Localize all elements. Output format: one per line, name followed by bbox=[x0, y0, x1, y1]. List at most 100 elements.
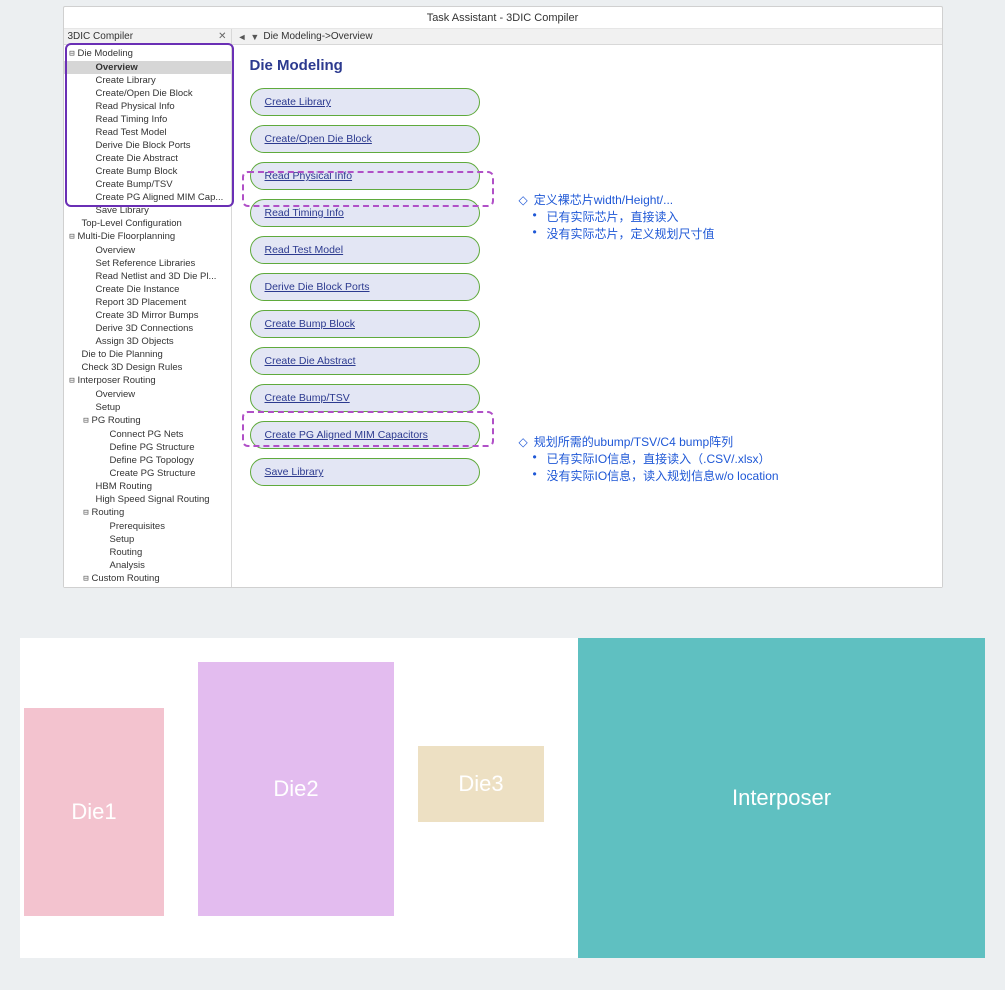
pill-button[interactable]: Read Physical Info bbox=[250, 162, 480, 190]
content-body: Die Modeling Create Library Create/Open D… bbox=[232, 45, 942, 587]
tree-item[interactable]: Set Reference Libraries bbox=[64, 257, 231, 270]
tree-item[interactable]: ⊟Die Modeling bbox=[64, 47, 231, 61]
sidebar-title: 3DIC Compiler bbox=[68, 29, 134, 45]
die3-block: Die3 bbox=[418, 746, 544, 822]
tree-item[interactable]: Report 3D Placement bbox=[64, 296, 231, 309]
tree-item[interactable]: Overview bbox=[64, 61, 231, 74]
pill-button[interactable]: Read Test Model bbox=[250, 236, 480, 264]
nav-tree[interactable]: ⊟Die ModelingOverviewCreate LibraryCreat… bbox=[64, 45, 231, 587]
tree-item[interactable]: Derive Die Block Ports bbox=[64, 139, 231, 152]
tree-toggle-icon[interactable]: ⊟ bbox=[68, 375, 77, 388]
tree-item-label: Create/Open Die Block bbox=[96, 88, 193, 99]
tree-item-label: Setup bbox=[110, 534, 135, 545]
tree-toggle-icon[interactable]: ⊟ bbox=[68, 48, 77, 61]
tree-item[interactable]: Routing bbox=[64, 546, 231, 559]
tree-item[interactable]: Setup bbox=[64, 533, 231, 546]
nav-back-icon[interactable]: ◄ bbox=[238, 29, 247, 45]
tree-toggle-icon[interactable]: ⊟ bbox=[68, 231, 77, 244]
die2-block: Die2 bbox=[198, 662, 394, 916]
tree-item[interactable]: Create PG Aligned MIM Cap... bbox=[64, 191, 231, 204]
tree-item[interactable]: Top-Level Configuration bbox=[64, 217, 231, 230]
tree-item[interactable]: Setup bbox=[64, 586, 231, 587]
tree-item-label: Routing bbox=[92, 507, 125, 518]
tree-item[interactable]: Create Bump/TSV bbox=[64, 178, 231, 191]
annotation-physical-info: ◇定义裸芯片width/Height/... 已有实际芯片，直接读入 没有实际芯… bbox=[519, 191, 715, 242]
tree-item[interactable]: HBM Routing bbox=[64, 480, 231, 493]
tree-item-label: Top-Level Configuration bbox=[82, 218, 182, 229]
tree-toggle-icon[interactable]: ⊟ bbox=[82, 573, 91, 586]
tree-item[interactable]: Connect PG Nets bbox=[64, 428, 231, 441]
close-icon[interactable]: ✕ bbox=[218, 29, 226, 45]
tree-item-label: High Speed Signal Routing bbox=[96, 494, 210, 505]
tree-item-label: Prerequisites bbox=[110, 521, 165, 532]
pill-button[interactable]: Save Library bbox=[250, 458, 480, 486]
tree-item[interactable]: Check 3D Design Rules bbox=[64, 361, 231, 374]
tree-item[interactable]: High Speed Signal Routing bbox=[64, 493, 231, 506]
tree-item[interactable]: ⊟Multi-Die Floorplanning bbox=[64, 230, 231, 244]
tree-item-label: Read Test Model bbox=[96, 127, 167, 138]
tree-item[interactable]: ⊟PG Routing bbox=[64, 414, 231, 428]
tree-item-label: Create Bump/TSV bbox=[96, 179, 173, 190]
pill-button[interactable]: Create Bump Block bbox=[250, 310, 480, 338]
tree-item[interactable]: Save Library bbox=[64, 204, 231, 217]
tree-item-label: Create Die Abstract bbox=[96, 153, 178, 164]
tree-item[interactable]: Read Test Model bbox=[64, 126, 231, 139]
tree-item[interactable]: Define PG Topology bbox=[64, 454, 231, 467]
tree-item[interactable]: ⊟Routing bbox=[64, 506, 231, 520]
pill-button[interactable]: Create PG Aligned MIM Capacitors bbox=[250, 421, 480, 449]
tree-item[interactable]: Overview bbox=[64, 388, 231, 401]
tree-item-label: Setup bbox=[96, 402, 121, 413]
tree-item-label: Analysis bbox=[110, 560, 145, 571]
tree-item-label: Overview bbox=[96, 245, 136, 256]
tree-item[interactable]: Read Physical Info bbox=[64, 100, 231, 113]
tree-item-label: HBM Routing bbox=[96, 481, 153, 492]
tree-item[interactable]: Assign 3D Objects bbox=[64, 335, 231, 348]
tree-item[interactable]: ⊟Custom Routing bbox=[64, 572, 231, 586]
die1-block: Die1 bbox=[24, 708, 164, 916]
tree-item-label: Routing bbox=[110, 547, 143, 558]
tree-item[interactable]: Create Die Instance bbox=[64, 283, 231, 296]
tree-item-label: Create PG Structure bbox=[110, 468, 196, 479]
tree-toggle-icon[interactable]: ⊟ bbox=[82, 507, 91, 520]
pill-button[interactable]: Derive Die Block Ports bbox=[250, 273, 480, 301]
nav-down-icon[interactable]: ▼ bbox=[250, 29, 259, 45]
tree-item[interactable]: Create PG Structure bbox=[64, 467, 231, 480]
tree-item-label: Overview bbox=[96, 62, 138, 73]
pill-button[interactable]: Create/Open Die Block bbox=[250, 125, 480, 153]
tree-item-label: Define PG Structure bbox=[110, 442, 195, 453]
tree-item-label: Overview bbox=[96, 389, 136, 400]
tree-item-label: Set Reference Libraries bbox=[96, 258, 196, 269]
tree-item-label: Create PG Aligned MIM Cap... bbox=[96, 192, 224, 203]
tree-item[interactable]: Die to Die Planning bbox=[64, 348, 231, 361]
tree-item[interactable]: ⊟Interposer Routing bbox=[64, 374, 231, 388]
page-title: Die Modeling bbox=[250, 57, 924, 74]
pill-button[interactable]: Create Die Abstract bbox=[250, 347, 480, 375]
tree-item[interactable]: Read Timing Info bbox=[64, 113, 231, 126]
tree-item[interactable]: Create Die Abstract bbox=[64, 152, 231, 165]
tree-item[interactable]: Create Bump Block bbox=[64, 165, 231, 178]
pill-button[interactable]: Create Bump/TSV bbox=[250, 384, 480, 412]
tree-item-label: PG Routing bbox=[92, 415, 141, 426]
tree-item-label: Create 3D Mirror Bumps bbox=[96, 310, 199, 321]
tree-item[interactable]: Create Library bbox=[64, 74, 231, 87]
tree-item[interactable]: Overview bbox=[64, 244, 231, 257]
pill-button[interactable]: Read Timing Info bbox=[250, 199, 480, 227]
tree-item-label: Create Die Instance bbox=[96, 284, 180, 295]
interposer-block: Interposer bbox=[578, 638, 985, 958]
tree-item[interactable]: Setup bbox=[64, 401, 231, 414]
tree-item[interactable]: Prerequisites bbox=[64, 520, 231, 533]
sidebar-header: 3DIC Compiler ✕ bbox=[64, 29, 231, 45]
tree-item[interactable]: Create 3D Mirror Bumps bbox=[64, 309, 231, 322]
tree-item[interactable]: Read Netlist and 3D Die Pl... bbox=[64, 270, 231, 283]
tree-item-label: Read Physical Info bbox=[96, 101, 175, 112]
tree-item[interactable]: Analysis bbox=[64, 559, 231, 572]
tree-item[interactable]: Create/Open Die Block bbox=[64, 87, 231, 100]
tree-toggle-icon[interactable]: ⊟ bbox=[82, 415, 91, 428]
die-stage: Die1 Die2 Die3 Interposer bbox=[20, 638, 985, 958]
tree-item[interactable]: Define PG Structure bbox=[64, 441, 231, 454]
pill-button[interactable]: Create Library bbox=[250, 88, 480, 116]
tree-item-label: Die to Die Planning bbox=[82, 349, 163, 360]
tree-item[interactable]: Derive 3D Connections bbox=[64, 322, 231, 335]
tree-item-label: Define PG Topology bbox=[110, 455, 194, 466]
tree-item-label: Create Library bbox=[96, 75, 156, 86]
